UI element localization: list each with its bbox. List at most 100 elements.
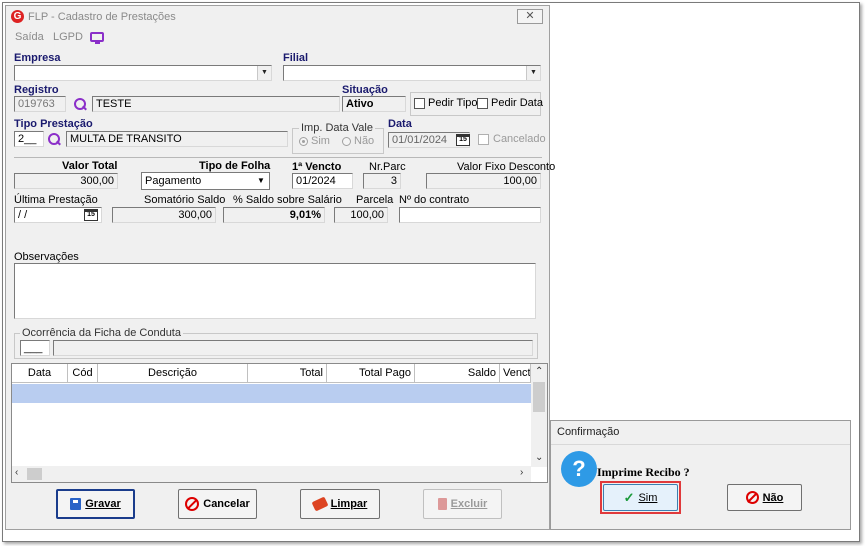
tipo-folha-value: Pagamento <box>145 175 202 187</box>
parcela-field: 100,00 <box>334 207 388 223</box>
eraser-icon <box>311 496 329 512</box>
filial-field[interactable] <box>283 65 541 81</box>
situacao-field: Ativo <box>342 96 406 112</box>
primeiro-vencto-field[interactable]: 01/2024 <box>292 173 353 189</box>
title-bar: G FLP - Cadastro de Prestações ✕ <box>6 6 549 28</box>
question-icon: ? <box>561 451 597 487</box>
gravar-label: Gravar <box>85 498 121 510</box>
scroll-down-icon[interactable]: ⌄ <box>535 452 543 463</box>
search-icon[interactable] <box>73 97 87 111</box>
excluir-label: Excluir <box>450 498 488 510</box>
chevron-down-icon[interactable]: ▼ <box>257 66 271 80</box>
nr-parc-field: 3 <box>363 173 401 189</box>
imp-sim-radio[interactable] <box>299 137 308 146</box>
scroll-left-icon[interactable]: ‹ <box>15 467 18 478</box>
search-icon[interactable] <box>47 132 61 146</box>
observacoes-textarea[interactable] <box>14 263 536 319</box>
window-title: FLP - Cadastro de Prestações <box>28 11 176 23</box>
valor-total-label: Valor Total <box>62 160 118 172</box>
menu-lgpd[interactable]: LGPD <box>53 31 83 43</box>
main-window: G FLP - Cadastro de Prestações ✕ Saída L… <box>5 5 555 530</box>
parcela-label: Parcela <box>356 194 394 206</box>
col-total-pago[interactable]: Total Pago <box>327 364 415 383</box>
col-total[interactable]: Total <box>248 364 327 383</box>
cancelado-label: Cancelado <box>493 133 546 145</box>
gravar-button[interactable]: Gravar <box>56 489 135 519</box>
tipo-prestacao-label: Tipo Prestação <box>14 118 93 130</box>
horizontal-scrollbar[interactable]: ‹ › <box>12 466 531 482</box>
observacoes-label: Observações <box>14 251 79 263</box>
empresa-field[interactable] <box>14 65 272 81</box>
pedir-tipo-checkbox[interactable] <box>414 98 425 109</box>
separator <box>14 157 542 158</box>
close-button[interactable]: ✕ <box>517 9 543 24</box>
situacao-label: Situação <box>342 84 388 96</box>
nao-button[interactable]: Não <box>727 484 802 511</box>
app-logo-icon: G <box>11 10 24 23</box>
col-vencto[interactable]: Vencto <box>500 364 531 383</box>
valor-fixo-desconto-label: Valor Fixo Desconto <box>457 161 556 173</box>
imp-nao-radio[interactable] <box>342 137 351 146</box>
cancelar-label: Cancelar <box>203 498 250 510</box>
imp-data-vale-label: Imp. Data Vale <box>299 122 375 134</box>
pedir-data-checkbox[interactable] <box>477 98 488 109</box>
scroll-thumb[interactable] <box>533 382 545 412</box>
tipo-folha-select[interactable]: Pagamento ▼ <box>141 172 270 190</box>
registro-label: Registro <box>14 84 59 96</box>
excluir-button[interactable]: Excluir <box>423 489 502 519</box>
calendar-icon[interactable]: 15 <box>456 134 470 146</box>
nr-contrato-field[interactable] <box>399 207 541 223</box>
registro-name-field: TESTE <box>92 96 340 112</box>
nr-parc-label: Nr.Parc <box>369 161 406 173</box>
prestacoes-grid[interactable]: Data Cód Descrição Total Total Pago Sald… <box>11 363 548 483</box>
chevron-down-icon[interactable]: ▼ <box>255 175 267 187</box>
check-icon: ✓ <box>623 489 635 505</box>
cancelar-button[interactable]: Cancelar <box>178 489 257 519</box>
col-saldo[interactable]: Saldo <box>415 364 500 383</box>
nao-label: Não <box>762 491 784 504</box>
calendar-icon[interactable]: 15 <box>84 209 98 221</box>
chevron-down-icon[interactable]: ▼ <box>526 66 540 80</box>
table-row[interactable] <box>12 384 531 403</box>
limpar-button[interactable]: Limpar <box>300 489 380 519</box>
col-data[interactable]: Data <box>12 364 68 383</box>
empresa-label: Empresa <box>14 52 61 64</box>
save-icon <box>70 498 82 510</box>
scroll-up-icon[interactable]: ⌃ <box>535 366 543 377</box>
tipo-prestacao-code-field[interactable]: 2__ <box>14 131 44 147</box>
no-icon <box>745 491 759 504</box>
pct-saldo-salario-label: % Saldo sobre Salário <box>233 194 342 206</box>
primeiro-vencto-label: 1ª Vencto <box>292 161 342 173</box>
sim-button[interactable]: ✓ Sim <box>603 484 678 511</box>
confirm-dialog: Confirmação ? Imprime Recibo ? ✓ Sim Não <box>550 420 851 530</box>
cancelado-checkbox[interactable] <box>478 134 489 145</box>
vertical-scrollbar[interactable]: ⌃ ⌄ <box>531 364 547 467</box>
menu-saida[interactable]: Saída <box>15 31 44 43</box>
sim-label: Sim <box>638 491 658 504</box>
dialog-message: Imprime Recibo ? <box>597 465 690 479</box>
somatorio-saldo-label: Somatório Saldo <box>144 194 226 206</box>
ocorrencia-label: Ocorrência da Ficha de Conduta <box>20 327 183 339</box>
col-descricao[interactable]: Descrição <box>98 364 248 383</box>
grid-header: Data Cód Descrição Total Total Pago Sald… <box>12 364 531 383</box>
imp-sim-label: Sim <box>311 135 330 147</box>
nr-contrato-label: Nº do contrato <box>399 194 470 206</box>
ocorrencia-code-field[interactable]: ___ <box>20 340 50 356</box>
pct-saldo-salario-field: 9,01% <box>223 207 325 223</box>
filial-label: Filial <box>283 52 309 64</box>
imp-nao-label: Não <box>354 135 375 147</box>
cancel-icon <box>185 497 200 511</box>
scroll-thumb[interactable] <box>27 468 42 480</box>
col-cod[interactable]: Cód <box>68 364 98 383</box>
tipo-prestacao-name-field: MULTA DE TRANSITO <box>66 131 288 147</box>
pedir-tipo-label: Pedir Tipo <box>428 97 478 109</box>
valor-fixo-desconto-field: 100,00 <box>426 173 541 189</box>
lgpd-monitor-icon[interactable] <box>90 32 104 44</box>
limpar-label: Limpar <box>330 498 368 510</box>
registro-code-field[interactable]: 019763 <box>14 96 66 112</box>
scroll-right-icon[interactable]: › <box>520 467 523 478</box>
valor-total-field: 300,00 <box>14 173 118 189</box>
tipo-folha-label: Tipo de Folha <box>199 160 271 172</box>
dialog-title: Confirmação <box>551 421 850 445</box>
somatorio-saldo-field: 300,00 <box>112 207 216 223</box>
